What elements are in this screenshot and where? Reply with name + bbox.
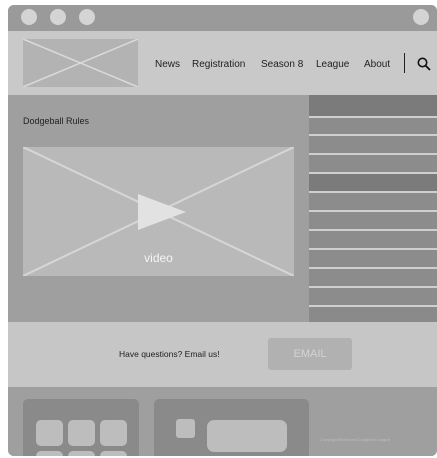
window-dot-3[interactable] <box>79 9 95 25</box>
media-thumbnail[interactable] <box>176 419 195 438</box>
nav-item-registration[interactable]: Registration <box>192 59 245 70</box>
sidebar-item-5[interactable] <box>309 174 437 193</box>
window-dot-right[interactable] <box>413 9 429 25</box>
footer-app-grid[interactable] <box>23 399 139 456</box>
nav-item-news[interactable]: News <box>155 59 180 70</box>
contact-band: Have questions? Email us! EMAIL <box>8 322 437 387</box>
title-bar <box>8 5 437 31</box>
sidebar-item-10[interactable] <box>309 269 437 288</box>
media-banner[interactable] <box>207 420 287 452</box>
sidebar-item-4[interactable] <box>309 155 437 174</box>
site-footer: Copyright Richmond Dodgeball League <box>8 387 437 456</box>
window-dot-2[interactable] <box>50 9 66 25</box>
window-dot-1[interactable] <box>21 9 37 25</box>
sidebar-item-6[interactable] <box>309 193 437 212</box>
sidebar-item-11[interactable] <box>309 288 437 307</box>
nav-item-about[interactable]: About <box>364 59 390 70</box>
sidebar-item-1[interactable] <box>309 95 437 118</box>
page-title: Dodgeball Rules <box>23 116 90 126</box>
grid-tile-1[interactable] <box>36 420 63 446</box>
sidebar-item-2[interactable] <box>309 118 437 136</box>
contact-prompt: Have questions? Email us! <box>119 349 220 359</box>
email-button[interactable]: EMAIL <box>268 338 352 370</box>
sidebar-item-3[interactable] <box>309 136 437 155</box>
sidebar <box>309 95 437 322</box>
video-label: video <box>144 251 173 265</box>
browser-window: News Registration Season 8 League About … <box>8 5 437 456</box>
grid-tile-4[interactable] <box>36 451 63 456</box>
logo-placeholder[interactable] <box>23 39 138 87</box>
nav-item-season[interactable]: Season 8 <box>261 59 303 70</box>
copyright-text: Copyright Richmond Dodgeball League <box>320 437 390 442</box>
play-icon[interactable] <box>138 194 186 230</box>
video-player[interactable]: video <box>23 147 294 276</box>
nav-divider <box>404 53 405 73</box>
grid-tile-2[interactable] <box>68 420 95 446</box>
grid-tile-3[interactable] <box>100 420 127 446</box>
sidebar-item-9[interactable] <box>309 250 437 269</box>
footer-media-card[interactable] <box>154 399 309 456</box>
search-icon[interactable] <box>417 57 431 71</box>
nav-item-league[interactable]: League <box>316 59 349 70</box>
sidebar-item-7[interactable] <box>309 212 437 231</box>
grid-tile-5[interactable] <box>68 451 95 456</box>
grid-tile-6[interactable] <box>100 451 127 456</box>
site-header: News Registration Season 8 League About <box>8 31 437 95</box>
sidebar-item-8[interactable] <box>309 231 437 250</box>
main-content: Dodgeball Rules video <box>8 95 309 322</box>
